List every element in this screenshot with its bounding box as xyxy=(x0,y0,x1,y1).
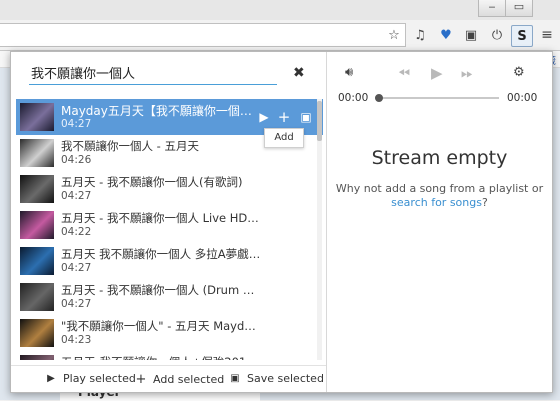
save-icon: ▣ xyxy=(230,373,240,384)
video-thumbnail xyxy=(20,211,54,239)
stream-message-end: ? xyxy=(481,196,488,209)
result-title: 五月天 我不願讓你一個人 多拉A夢戲人版 360p xyxy=(61,247,261,261)
browser-toolbar: ☆ ♫ ♥ ▣ ⏻ S ≡ xyxy=(0,20,560,51)
progress-bar[interactable] xyxy=(375,94,499,102)
play-row-icon[interactable]: ▶ xyxy=(256,108,272,126)
progress-knob[interactable] xyxy=(375,94,383,102)
play-selected-label: Play selected xyxy=(63,372,136,385)
result-row[interactable]: 五月天 - 我不願讓你一個人 Live HD 1080P04:22 xyxy=(16,207,323,243)
menu-icon[interactable]: ≡ xyxy=(537,25,557,45)
save-row-icon[interactable]: ▣ xyxy=(298,108,314,126)
browser-titlebar: ‒ ▭ xyxy=(0,0,560,20)
extension-music-icon[interactable]: ♫ xyxy=(410,25,430,45)
result-row[interactable]: 五月天 我不願讓你一個人 多拉A夢戲人版 360p04:27 xyxy=(16,243,323,279)
result-row[interactable]: "我不願讓你一個人" - 五月天 Mayday 翻唱 Cover04:23 xyxy=(16,315,323,351)
stream-empty-title: Stream empty xyxy=(371,147,508,169)
search-input[interactable] xyxy=(29,62,279,82)
video-thumbnail xyxy=(20,319,54,347)
result-duration: 04:27 xyxy=(61,118,92,130)
search-pane: ✖ Mayday五月天【我不願讓你一個人】Official MV04:27▶+▣… xyxy=(11,52,327,392)
row-actions: ▶ + ▣ xyxy=(254,107,322,127)
result-row[interactable]: 五月天 - 我不願讓你一個人 (Drum Cover) 04:27 xyxy=(16,279,323,315)
player-pane: 🔊︎ ⏪︎ ▶ ⏩︎ ⚙ 00:00 00:00 Stream empty Wh… xyxy=(327,52,552,392)
result-title: 五月天-我不願讓你一個人+倔強20120325 xyxy=(61,354,261,360)
add-icon: + xyxy=(135,372,147,387)
video-thumbnail xyxy=(20,103,54,131)
result-duration: 04:27 xyxy=(61,262,92,274)
play-icon[interactable]: ▶ xyxy=(431,64,443,82)
star-icon[interactable]: ☆ xyxy=(384,25,404,45)
minimize-button[interactable]: ‒ xyxy=(478,0,506,17)
total-time: 00:00 xyxy=(507,92,538,104)
video-thumbnail xyxy=(20,139,54,167)
search-for-songs-link[interactable]: search for songs xyxy=(391,196,482,209)
power-icon[interactable]: ⏻ xyxy=(487,25,507,45)
volume-icon[interactable]: 🔊︎ xyxy=(345,65,353,80)
result-duration: 04:27 xyxy=(61,190,92,202)
next-icon[interactable]: ⏩︎ xyxy=(461,64,473,82)
extension-page-icon[interactable]: ▣ xyxy=(461,25,481,45)
result-duration: 04:26 xyxy=(61,154,92,166)
play-icon: ▶ xyxy=(47,373,55,384)
add-selected-label: Add selected xyxy=(153,373,225,386)
extension-heart-icon[interactable]: ♥ xyxy=(436,25,456,45)
scrollbar-thumb[interactable] xyxy=(317,101,322,141)
result-duration: 04:22 xyxy=(61,226,92,238)
streamus-popup: ✖ Mayday五月天【我不願讓你一個人】Official MV04:27▶+▣… xyxy=(10,51,553,393)
clear-search-button[interactable]: ✖ xyxy=(293,65,305,81)
result-title: 我不願讓你一個人 - 五月天 xyxy=(61,139,199,153)
stream-empty-message: Why not add a song from a playlist or se… xyxy=(327,182,552,210)
streamus-extension-icon[interactable]: S xyxy=(511,25,533,47)
results-actions-bar: ▶ Play selected + Add selected ▣ Save se… xyxy=(11,365,326,392)
settings-icon[interactable]: ⚙ xyxy=(513,65,525,80)
result-row[interactable]: 五月天 - 我不願讓你一個人(有歌詞) 04:27 xyxy=(16,171,323,207)
result-title: 五月天 - 我不願讓你一個人(有歌詞) xyxy=(61,175,243,189)
address-bar[interactable] xyxy=(0,23,406,47)
play-selected-button[interactable]: ▶ Play selected xyxy=(45,372,136,385)
result-duration: 04:27 xyxy=(61,298,92,310)
search-field xyxy=(29,62,279,85)
result-title: "我不願讓你一個人" - 五月天 Mayday 翻唱 Cover xyxy=(61,319,261,333)
video-thumbnail xyxy=(20,355,54,360)
restore-button[interactable]: ▭ xyxy=(505,0,533,17)
results-scrollbar[interactable] xyxy=(317,99,322,360)
result-title: 五月天 - 我不願讓你一個人 (Drum Cover) xyxy=(61,283,261,297)
video-thumbnail xyxy=(20,175,54,203)
add-selected-button[interactable]: + Add selected xyxy=(135,372,225,387)
previous-icon[interactable]: ⏪︎ xyxy=(398,64,410,82)
video-thumbnail xyxy=(20,247,54,275)
result-duration: 04:23 xyxy=(61,334,92,346)
video-thumbnail xyxy=(20,283,54,311)
stream-message-text: Why not add a song from a playlist or xyxy=(335,182,544,195)
save-selected-label: Save selected xyxy=(247,372,324,385)
result-title: 五月天 - 我不願讓你一個人 Live HD 1080P xyxy=(61,211,261,225)
result-row[interactable]: 五月天-我不願讓你一個人+倔強2012032508:38 xyxy=(16,351,323,360)
add-tooltip: Add xyxy=(264,128,304,148)
result-title: Mayday五月天【我不願讓你一個人】Official MV xyxy=(61,104,261,118)
save-selected-button[interactable]: ▣ Save selected xyxy=(229,372,324,385)
current-time: 00:00 xyxy=(338,92,369,104)
add-row-icon[interactable]: + xyxy=(276,108,292,126)
